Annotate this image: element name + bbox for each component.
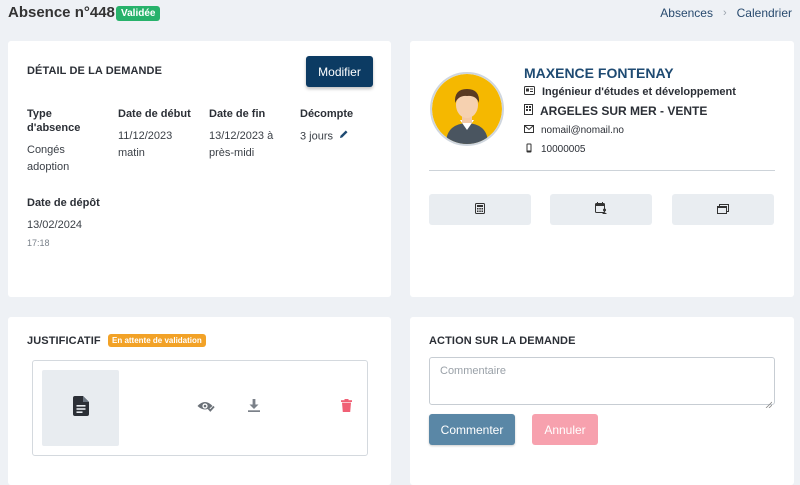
email-value[interactable]: nomail@nomail.no [541,125,624,136]
count-row: 3 jours [300,128,380,145]
detail-card: DÉTAIL DE LA DEMANDE Modifier Type d'abs… [8,41,391,297]
document-item [32,360,368,456]
site-name: ARGELES SUR MER - VENTE [540,104,708,118]
end-label: Date de fin [209,108,266,120]
field-submit: Date de dépôt 13/02/2024 17:18 [27,196,107,250]
cancel-button[interactable]: Annuler [532,414,598,445]
field-end: Date de fin 13/12/2023 à près-midi [209,107,287,162]
windows-icon [717,201,729,219]
justificatif-card: JUSTIFICATIF En attente de validation [8,317,391,485]
start-value: 11/12/2023 matin [118,130,173,159]
profile-phone: 10000005 [524,143,586,156]
edit-button[interactable]: Modifier [306,56,373,87]
submit-time: 17:18 [27,238,50,248]
detail-title: DÉTAIL DE LA DEMANDE [27,65,163,77]
action-title: ACTION SUR LA DEMANDE [429,335,576,347]
breadcrumb: Absences › Calendrier [660,6,792,20]
field-type: Type d'absence Congés adoption [27,107,107,176]
type-value: Congés adoption [27,144,70,173]
end-value: 13/12/2023 à près-midi [209,130,274,159]
avatar [430,72,504,146]
type-label: Type d'absence [27,108,81,134]
chevron-right-icon: › [722,7,727,19]
view-button[interactable] [195,399,217,417]
document-thumbnail[interactable] [42,370,119,446]
file-icon [72,395,89,421]
profile-job: Ingénieur d'études et développement [524,86,736,98]
profile-name[interactable]: MAXENCE FONTENAY [524,65,674,81]
calculator-button[interactable] [429,194,531,225]
justificatif-title: JUSTIFICATIF [27,335,101,347]
profile-site: ARGELES SUR MER - VENTE [524,104,707,118]
submit-date: 13/02/2024 [27,219,83,231]
calendar-user-icon [595,201,607,219]
submit-label: Date de dépôt [27,197,100,209]
breadcrumb-absences[interactable]: Absences [660,6,713,20]
profile-email: nomail@nomail.no [524,125,624,136]
trash-icon [340,399,352,417]
calendar-user-button[interactable] [550,194,652,225]
status-badge: Validée [116,6,161,21]
count-label: Décompte [300,108,354,120]
profile-card: MAXENCE FONTENAY Ingénieur d'études et d… [410,41,794,297]
mobile-icon [524,143,534,156]
building-icon [524,104,533,118]
breadcrumb-calendrier[interactable]: Calendrier [737,6,792,20]
top-bar: Absence n°448 Validée Absences › Calendr… [0,0,800,26]
comment-button[interactable]: Commenter [429,414,515,445]
download-button[interactable] [245,398,263,418]
pencil-icon[interactable] [339,128,349,145]
calculator-icon [475,201,485,219]
envelope-icon [524,125,534,136]
comment-field[interactable] [429,357,775,405]
start-label: Date de début [118,108,191,120]
field-count: Décompte 3 jours [300,107,380,145]
resize-grip-icon[interactable] [765,395,773,413]
page-title: Absence n°448 [8,4,115,21]
field-start: Date de début 11/12/2023 matin [118,107,198,162]
pending-badge: En attente de validation [108,334,206,347]
delete-button[interactable] [338,398,354,418]
download-icon [248,399,260,417]
eye-check-icon [197,399,215,417]
id-card-icon [524,86,535,98]
job-title: Ingénieur d'études et développement [542,86,736,98]
windows-button[interactable] [672,194,774,225]
divider [429,170,775,171]
phone-value[interactable]: 10000005 [541,144,586,155]
action-card: ACTION SUR LA DEMANDE Commenter Annuler [410,317,794,485]
count-value: 3 jours [300,130,334,143]
